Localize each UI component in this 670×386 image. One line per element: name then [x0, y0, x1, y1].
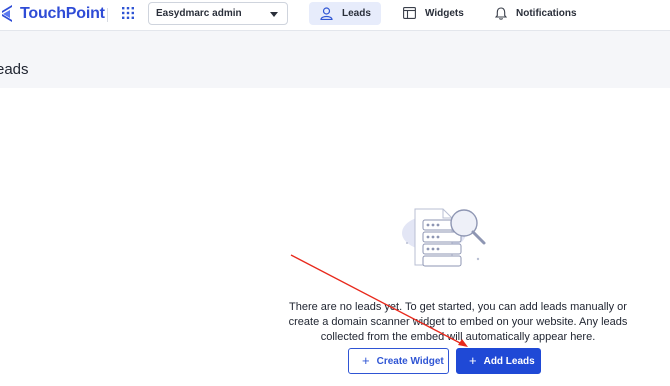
- bell-icon: [495, 7, 507, 20]
- account-select-value: Easydmarc admin: [156, 8, 242, 19]
- nav-tab-notifications[interactable]: Notifications: [488, 2, 578, 25]
- apps-grid-icon[interactable]: [122, 7, 134, 19]
- nav-tab-widgets[interactable]: Widgets: [397, 2, 467, 25]
- page-header: eads: [0, 31, 670, 88]
- create-widget-button[interactable]: + Create Widget: [348, 348, 449, 374]
- user-icon: [320, 7, 333, 20]
- add-leads-button[interactable]: + Add Leads: [456, 348, 541, 374]
- nav-tab-widgets-label: Widgets: [425, 8, 464, 19]
- top-navigation-bar: TouchPoint Easydmarc admin Leads Widgets: [0, 0, 670, 31]
- page-title: eads: [0, 61, 29, 79]
- add-leads-label: Add Leads: [483, 355, 535, 367]
- nav-tab-leads-label: Leads: [342, 8, 371, 19]
- account-select[interactable]: Easydmarc admin: [148, 2, 288, 25]
- document-search-icon: [402, 208, 486, 267]
- empty-state-message: There are no leads yet. To get started, …: [288, 301, 628, 343]
- create-widget-label: Create Widget: [376, 355, 444, 367]
- brand-name: TouchPoint: [20, 5, 105, 22]
- nav-tab-leads[interactable]: Leads: [309, 2, 381, 25]
- nav-tab-notifications-label: Notifications: [516, 8, 577, 19]
- plus-icon: +: [362, 353, 370, 368]
- chevron-down-icon: [270, 12, 278, 17]
- plus-icon: +: [469, 353, 477, 368]
- widget-icon: [403, 7, 416, 19]
- touchpoint-logo-icon: [2, 5, 12, 22]
- header-divider: [107, 8, 108, 22]
